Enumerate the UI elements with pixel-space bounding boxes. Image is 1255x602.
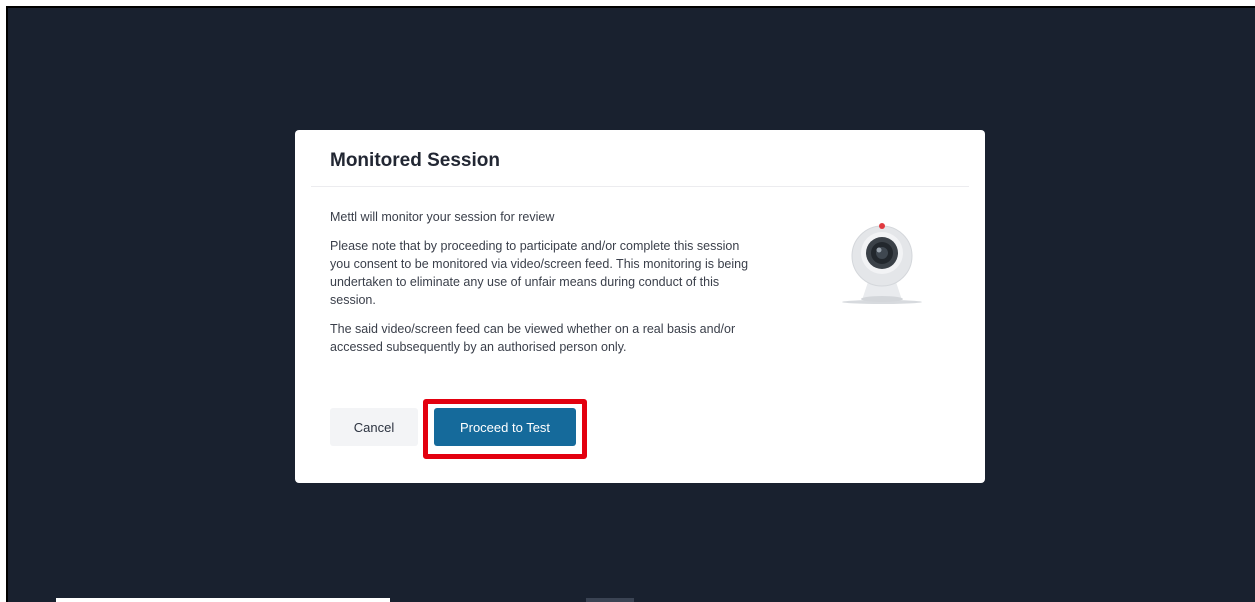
bottom-bar-segment xyxy=(586,598,634,602)
monitored-session-dialog: Monitored Session Mettl will monitor you… xyxy=(295,130,985,483)
proceed-to-test-button[interactable]: Proceed to Test xyxy=(434,408,576,446)
webcam-icon xyxy=(840,218,930,313)
monitoring-intro-text: Mettl will monitor your session for revi… xyxy=(330,210,555,224)
consent-paragraph: Please note that by proceeding to partic… xyxy=(330,239,749,307)
viewing-paragraph: The said video/screen feed can be viewed… xyxy=(330,322,736,354)
dialog-title: Monitored Session xyxy=(330,150,500,171)
recording-indicator xyxy=(879,223,885,229)
dialog-divider xyxy=(311,186,969,187)
cancel-button[interactable]: Cancel xyxy=(330,408,418,446)
bottom-bar-segment xyxy=(56,598,390,602)
dialog-body: Mettl will monitor your session for revi… xyxy=(330,208,750,367)
app-backdrop: Monitored Session Mettl will monitor you… xyxy=(6,6,1255,602)
